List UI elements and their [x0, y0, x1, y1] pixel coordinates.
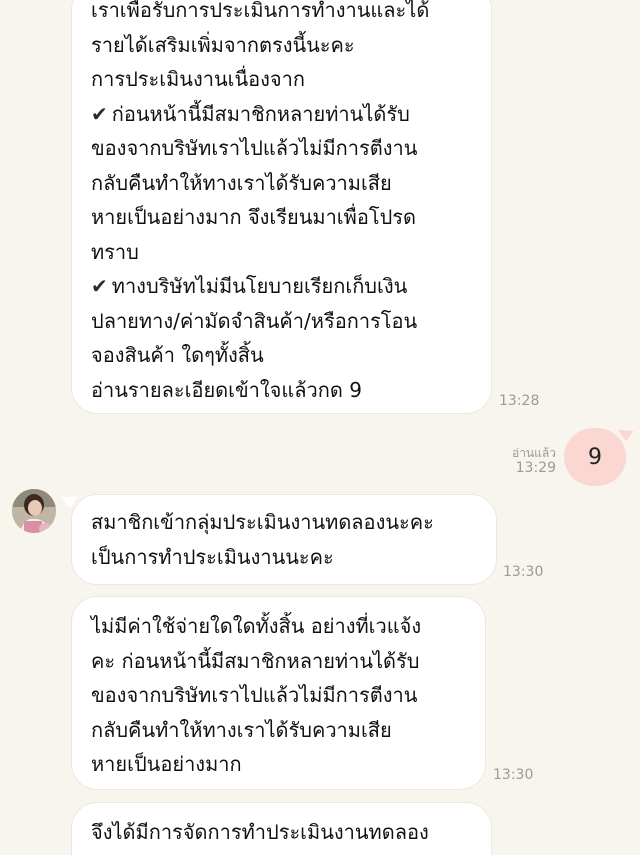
chat-screen: เราเพื่อรับการประเมินการทำงานและได้ รายไ… [0, 0, 640, 855]
message-line: เป็นการทำประเมินงานนะคะ [91, 544, 334, 569]
message-timestamp: 13:29 [515, 460, 556, 476]
message-timestamp: 13:30 [503, 564, 544, 580]
message-text: ทางบริษัทไม่มีนโยบายเรียกเก็บเงิน [111, 274, 408, 298]
message-timestamp: 13:28 [499, 393, 540, 409]
message-line: ✔ ก่อนหน้านี้มีสมาชิกหลายท่านได้รับ [91, 97, 473, 132]
incoming-message-bubble[interactable]: เราเพื่อรับการประเมินการทำงานและได้ รายไ… [71, 0, 492, 414]
message-line: ไม่มีค่าใช้จ่ายใดใดทั้งสิ้น อย่างที่เวแจ… [91, 614, 422, 638]
message-line: รายได้เสริมเพิ่มจากตรงนี้นะคะ [91, 32, 355, 57]
message-line: ของจากบริษัทเราไปแล้วไม่มีการตีงาน [91, 136, 418, 160]
message-line: การประเมินงานเนื่องจาก [91, 67, 305, 91]
message-line: กลับคืนทำให้ทางเราได้รับความเสีย [91, 717, 392, 742]
message-timestamp: 13:30 [493, 767, 534, 783]
avatar-photo [12, 489, 56, 533]
message-line: สมาชิกเข้ากลุ่มประเมินงานทดลองนะคะ [91, 510, 434, 534]
message-text: ก่อนหน้านี้มีสมาชิกหลายท่านได้รับ [111, 101, 410, 126]
message-line: จึงได้มีการจัดการทำประเมินงานทดลอง [91, 820, 429, 844]
contact-avatar[interactable] [12, 489, 56, 533]
check-icon: ✔ [91, 101, 108, 126]
incoming-message-bubble[interactable]: จึงได้มีการจัดการทำประเมินงานทดลอง [71, 802, 492, 855]
outgoing-bubble-tail [618, 422, 636, 442]
incoming-message-bubble[interactable]: ไม่มีค่าใช้จ่ายใดใดทั้งสิ้น อย่างที่เวแจ… [71, 596, 486, 790]
message-line: กลับคืนทำให้ทางเราได้รับความเสีย [91, 170, 392, 195]
message-line: หายเป็นอย่างมาก [91, 752, 242, 776]
message-line: อ่านรายละเอียดเข้าใจแล้วกด 9 [91, 377, 362, 402]
outgoing-message-bubble[interactable]: 9 [564, 428, 626, 486]
message-line: เราเพื่อรับการประเมินการทำงานและได้ [91, 0, 430, 22]
message-line: จองสินค้า ใดๆทั้งสิ้น [91, 343, 264, 367]
message-line: ทราบ [91, 239, 139, 264]
message-line: ของจากบริษัทเราไปแล้วไม่มีการตีงาน [91, 683, 418, 707]
incoming-message-bubble[interactable]: สมาชิกเข้ากลุ่มประเมินงานทดลองนะคะ เป็นก… [71, 494, 497, 585]
check-icon: ✔ [91, 274, 108, 298]
message-text: 9 [588, 444, 602, 470]
message-line: ✔ ทางบริษัทไม่มีนโยบายเรียกเก็บเงิน [91, 269, 473, 304]
message-line: หายเป็นอย่างมาก จึงเรียนมาเพื่อโปรด [91, 205, 417, 229]
message-line: คะ ก่อนหน้านี้มีสมาชิกหลายท่านได้รับ [91, 648, 420, 673]
message-line: ปลายทาง/ค่ามัดจำสินค้า/หรือการโอน [91, 308, 418, 333]
